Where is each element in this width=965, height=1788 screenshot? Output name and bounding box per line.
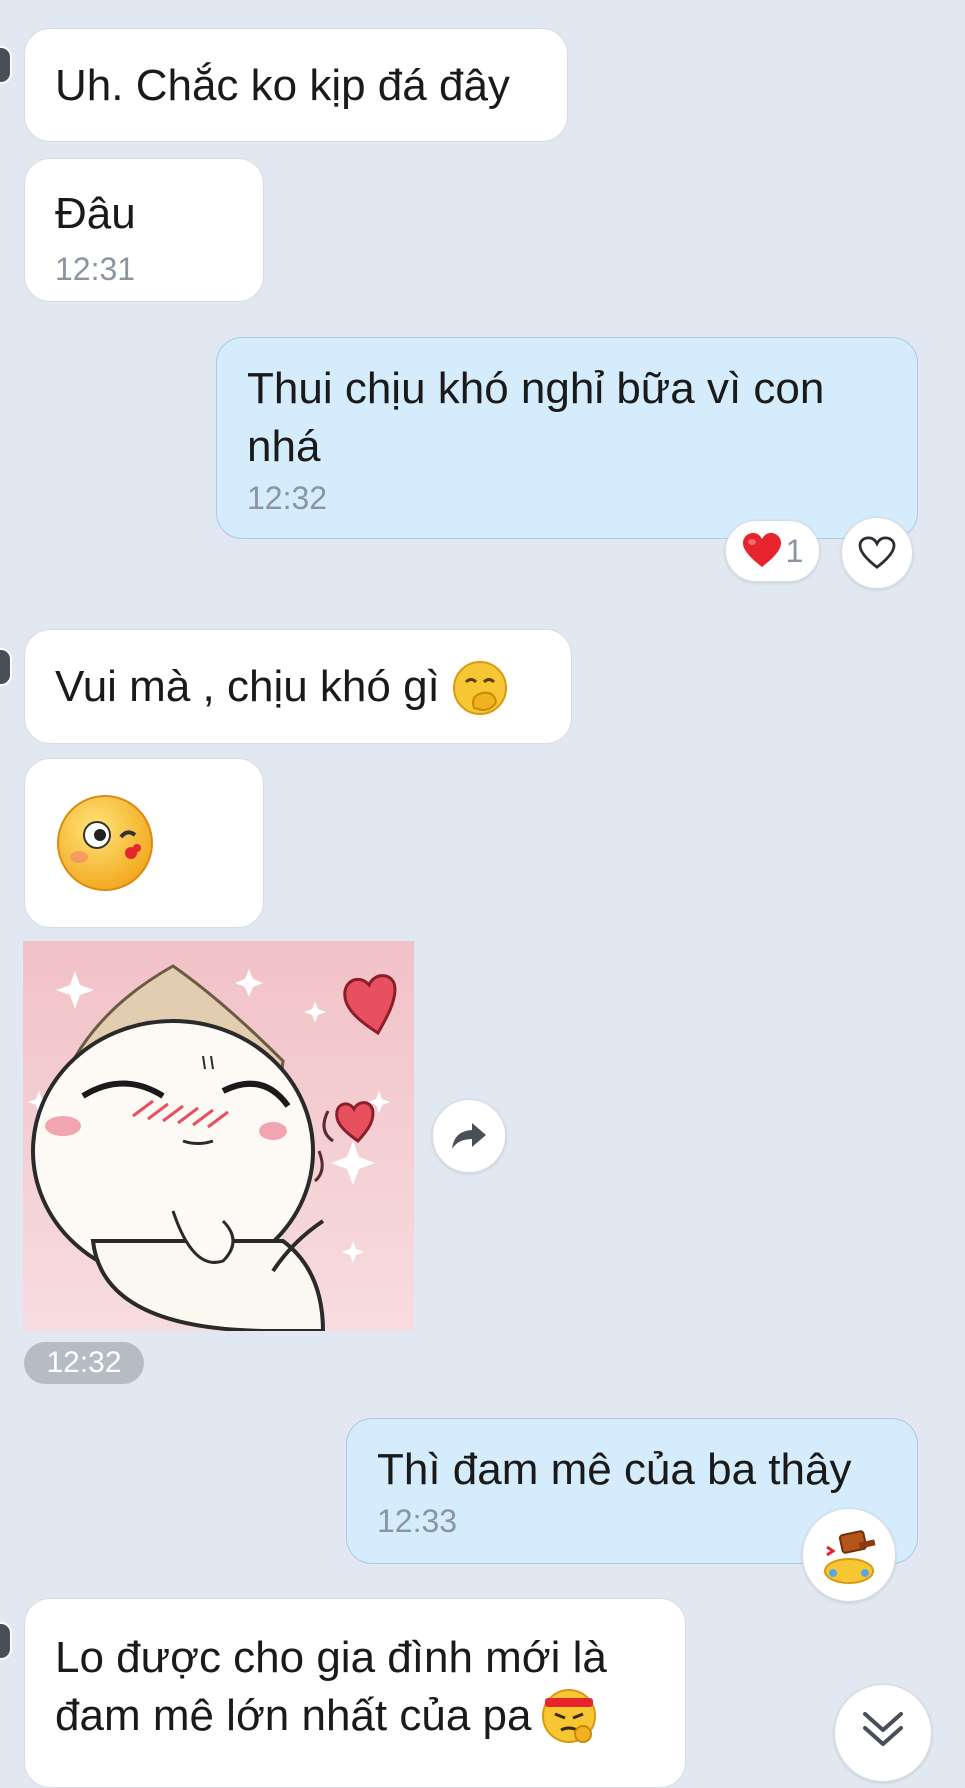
- message-text: Thui chịu khó nghỉ bữa vì con: [247, 364, 825, 413]
- message-text: đam mê lớn nhất của pa: [55, 1691, 532, 1740]
- double-chevron-down-icon: [861, 1708, 905, 1748]
- determined-face-emoji-icon: [541, 1688, 597, 1744]
- message-text: Vui mà , chịu khó gì: [55, 662, 440, 711]
- avatar[interactable]: [0, 46, 12, 84]
- message-time-pill: 12:32: [24, 1342, 144, 1384]
- forward-button[interactable]: [432, 1099, 506, 1173]
- message-text: Uh. Chắc ko kịp đá đây: [55, 61, 510, 110]
- reaction-count: 1: [785, 532, 804, 569]
- sticker-illustration: [23, 941, 414, 1331]
- like-button[interactable]: [841, 517, 913, 589]
- message-bubble-incoming[interactable]: Lo được cho gia đình mới là đam mê lớn n…: [24, 1598, 686, 1788]
- scroll-to-bottom-button[interactable]: [834, 1684, 932, 1782]
- avatar[interactable]: [0, 648, 12, 686]
- kissing-face-emoji-icon: [55, 793, 155, 893]
- message-time: 12:32: [247, 480, 328, 516]
- message-text: Thì đam mê của ba thây: [377, 1445, 852, 1494]
- message-text: Đâu: [55, 189, 136, 238]
- sticker-image[interactable]: [23, 941, 414, 1331]
- message-bubble-incoming[interactable]: [24, 758, 264, 928]
- message-time: 12:32: [46, 1346, 122, 1379]
- message-bubble-incoming[interactable]: Vui mà , chịu khó gì: [24, 629, 572, 744]
- hand-over-mouth-emoji-icon: [452, 660, 508, 716]
- heart-outline-icon: [858, 536, 896, 570]
- heart-icon: [742, 533, 782, 569]
- share-arrow-icon: [450, 1121, 488, 1151]
- message-time: 12:31: [55, 251, 136, 287]
- reaction-badge[interactable]: 1: [725, 520, 820, 582]
- avatar[interactable]: [0, 1622, 12, 1660]
- message-bubble-outgoing[interactable]: Thui chịu khó nghỉ bữa vì con nhá 12:32: [216, 337, 918, 539]
- message-text: nhá: [247, 422, 321, 471]
- hammer-head-emoji-icon: [819, 1525, 879, 1585]
- message-bubble-incoming[interactable]: Đâu 12:31: [24, 158, 264, 302]
- message-bubble-incoming[interactable]: Uh. Chắc ko kịp đá đây: [24, 28, 568, 142]
- message-text: Lo được cho gia đình mới là: [55, 1633, 607, 1682]
- reaction-button[interactable]: [802, 1508, 896, 1602]
